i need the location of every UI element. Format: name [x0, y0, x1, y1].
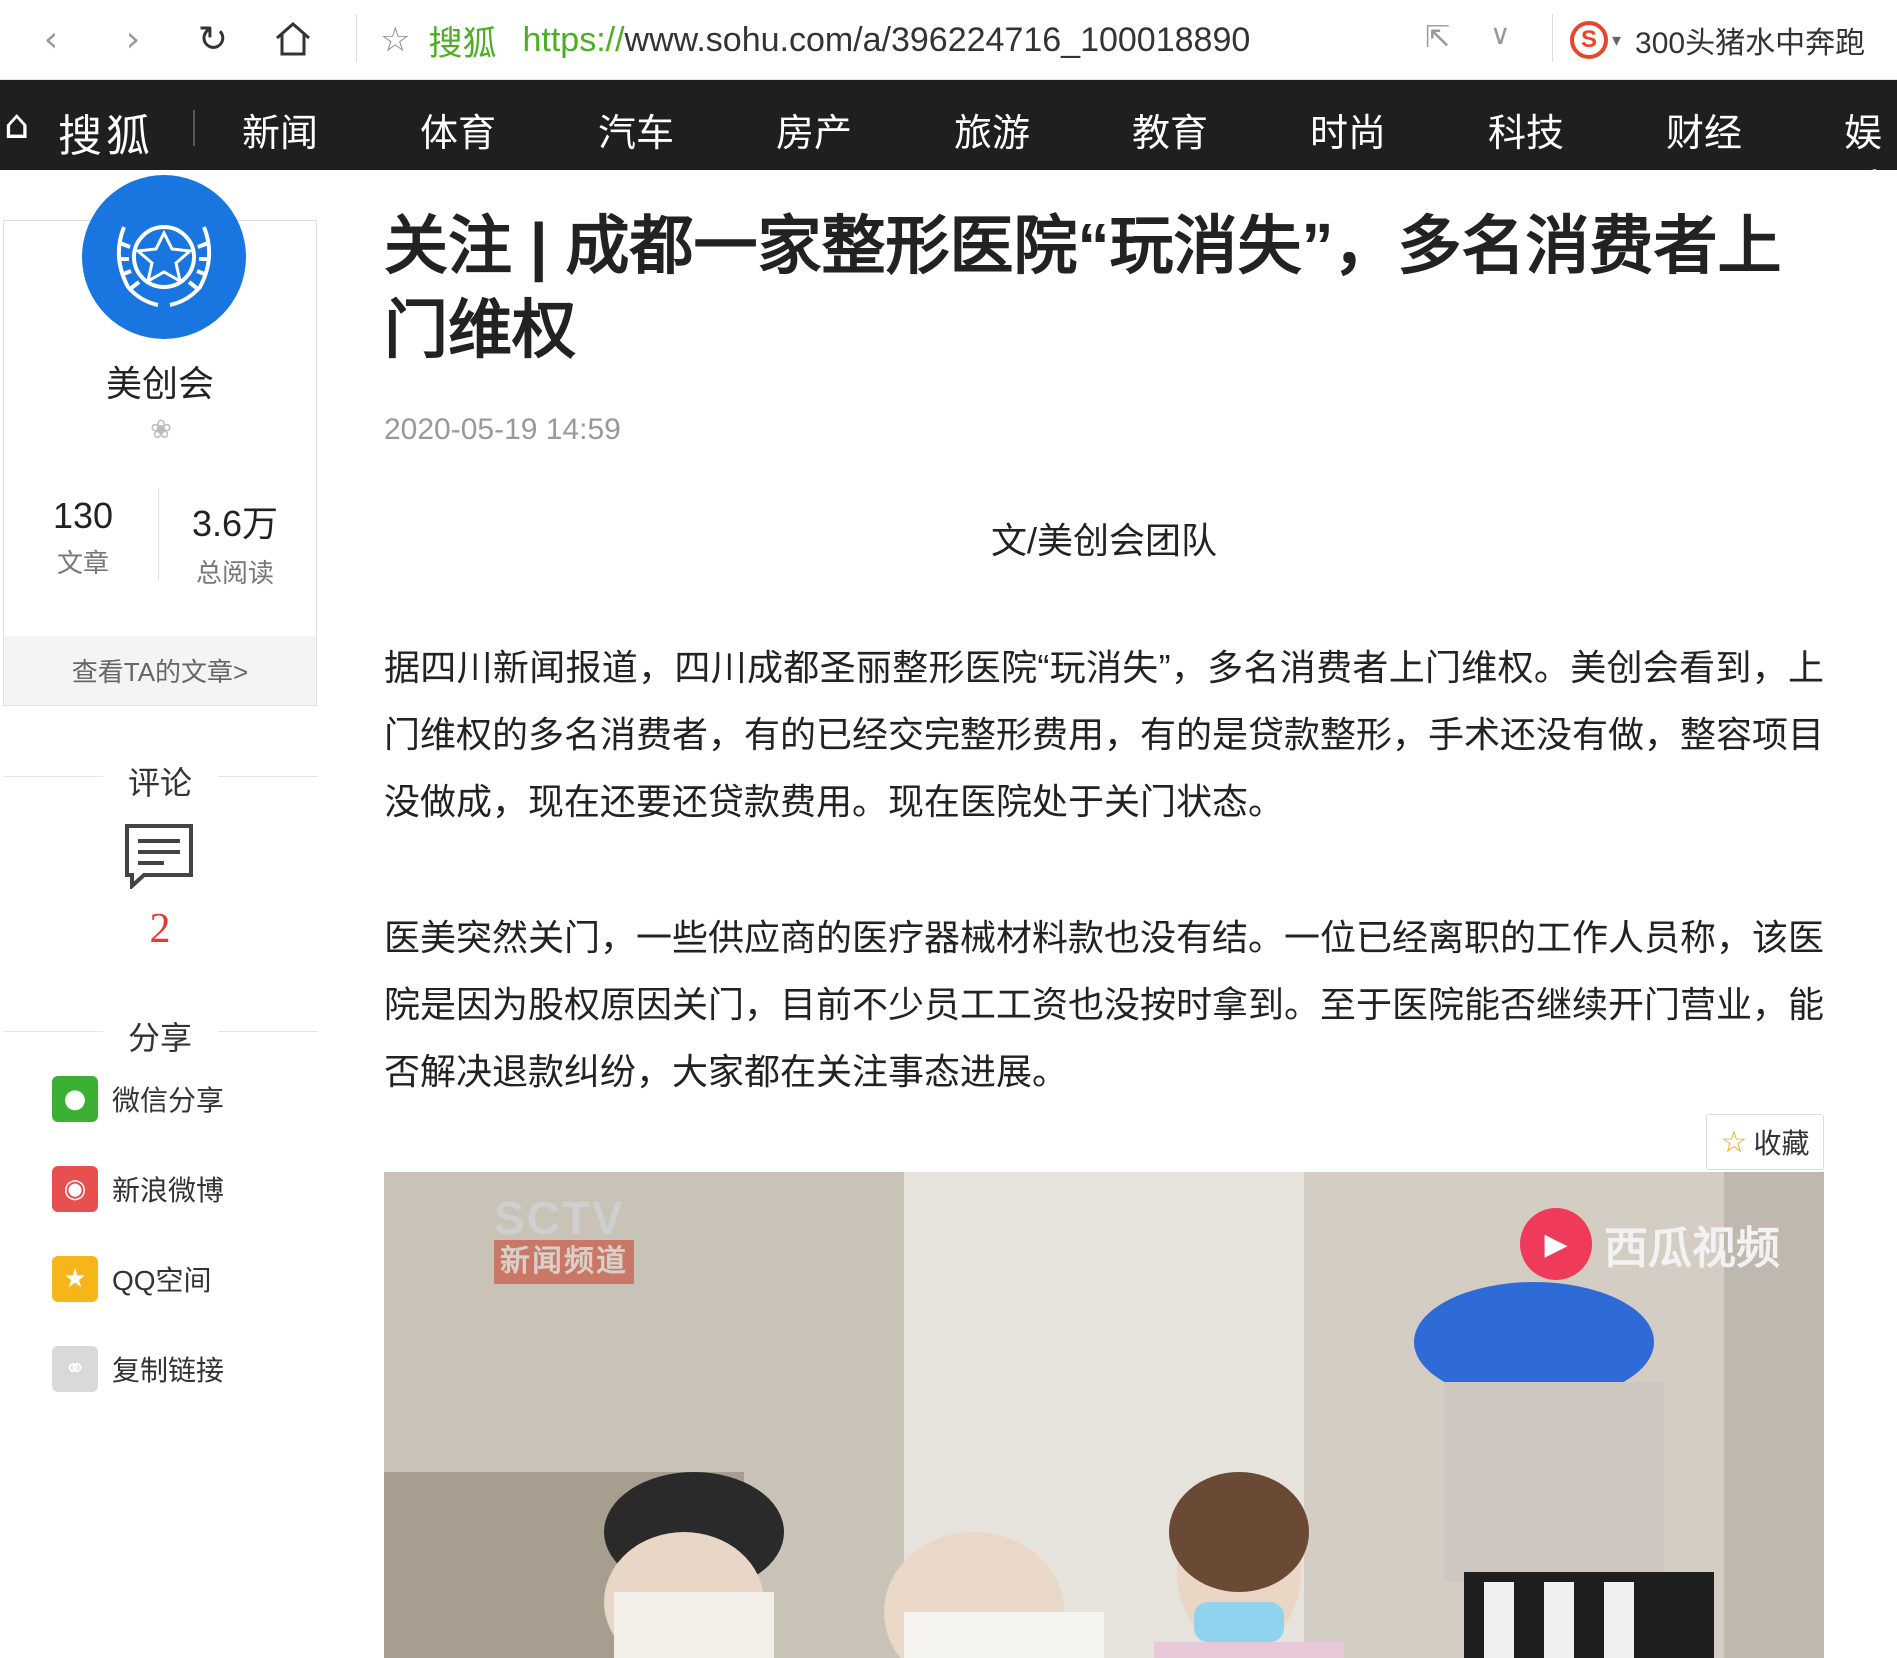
nav-item-entertainment[interactable]: 娱乐: [1844, 102, 1897, 212]
reads-count: 3.6万: [191, 503, 279, 544]
share-weibo[interactable]: ◉ 新浪微博: [52, 1166, 224, 1212]
article-time: 2020-05-19 14:59: [384, 413, 621, 446]
author-name[interactable]: 美创会: [3, 355, 317, 407]
share-qzone-label: QQ空间: [112, 1265, 212, 1296]
article-byline: 文/美创会团队: [990, 520, 1217, 561]
laurel-logo-icon: [116, 225, 212, 307]
nav-item-house[interactable]: 房产: [776, 102, 852, 157]
channel-nav: ⌂ 搜狐 新闻 体育 汽车 房产 旅游 教育 时尚 科技 财经 娱乐: [0, 80, 1897, 210]
share-weibo-label: 新浪微博: [112, 1175, 225, 1206]
forward-arrow-icon[interactable]: ›: [108, 14, 158, 64]
share-copy-link[interactable]: ⚭ 复制链接: [52, 1346, 224, 1392]
section-line: [3, 1031, 103, 1032]
site-name: 搜狐: [428, 24, 497, 63]
caret-down-icon[interactable]: ▾: [1612, 30, 1621, 51]
play-icon: ▶: [1520, 1208, 1592, 1280]
fox-badge-icon: ❀: [150, 415, 172, 445]
url-scheme: https://: [522, 20, 625, 59]
xigua-watermark: ▶ 西瓜视频: [1520, 1208, 1780, 1280]
url-text: www.sohu.com/a/396224716_100018890: [624, 20, 1251, 59]
section-line: [218, 1031, 318, 1032]
nav-item-news[interactable]: 新闻: [242, 102, 318, 157]
nav-item-education[interactable]: 教育: [1132, 102, 1208, 157]
articles-label: 文章: [56, 548, 109, 578]
link-icon: ⚭: [52, 1346, 98, 1392]
wechat-icon: ●: [52, 1076, 98, 1122]
view-articles-link[interactable]: 查看TA的文章>: [4, 636, 316, 705]
nav-item-sports[interactable]: 体育: [420, 102, 496, 157]
home-icon[interactable]: [268, 14, 318, 64]
sctv-logo-text: SCTV: [494, 1192, 625, 1244]
reads-stat: 3.6万 总阅读: [180, 495, 290, 590]
favorite-button[interactable]: ☆ 收藏: [1706, 1114, 1824, 1170]
nav-item-travel[interactable]: 旅游: [954, 102, 1030, 157]
back-arrow-icon[interactable]: ‹: [26, 14, 76, 64]
weibo-icon: ◉: [52, 1166, 98, 1212]
sctv-channel-text: 新闻频道: [494, 1240, 634, 1284]
chevron-down-icon[interactable]: ∨: [1490, 18, 1511, 51]
share-wechat-label: 微信分享: [112, 1085, 225, 1116]
section-line: [218, 776, 318, 777]
address-bar[interactable]: ☆ 搜狐 https:// www.sohu.com/a/396224716_1…: [380, 18, 1251, 63]
article-paragraph: 据四川新闻报道，四川成都圣丽整形医院“玩消失”，多名消费者上门维权。美创会看到，…: [384, 647, 1825, 822]
nav-item-auto[interactable]: 汽车: [598, 102, 674, 157]
article-paragraph: 医美突然关门，一些供应商的医疗器械材料款也没有结。一位已经离职的工作人员称，该医…: [384, 917, 1825, 1092]
comment-icon[interactable]: [124, 823, 194, 889]
search-text[interactable]: 300头猪水中奔跑: [1635, 18, 1865, 62]
share-icon[interactable]: ⇱: [1425, 20, 1450, 55]
share-title: 分享: [128, 1020, 193, 1056]
qzone-icon: ★: [52, 1256, 98, 1302]
favorite-label: 收藏: [1753, 1128, 1810, 1159]
stat-divider: [158, 488, 159, 580]
share-qzone[interactable]: ★ QQ空间: [52, 1256, 212, 1302]
star-icon[interactable]: ☆: [380, 20, 410, 60]
reads-label: 总阅读: [195, 558, 274, 588]
reload-icon[interactable]: ↻: [188, 14, 238, 64]
comments-title: 评论: [128, 765, 193, 801]
articles-count: 130: [52, 495, 114, 536]
home-icon[interactable]: ⌂: [4, 102, 29, 148]
toolbar-divider: [356, 14, 357, 62]
sctv-watermark: SCTV 新闻频道: [494, 1195, 634, 1284]
comment-count[interactable]: 2: [130, 905, 190, 953]
share-wechat[interactable]: ● 微信分享: [52, 1076, 224, 1122]
sogou-logo-icon[interactable]: S: [1570, 21, 1608, 59]
articles-stat: 130 文章: [43, 495, 123, 580]
nav-item-fashion[interactable]: 时尚: [1310, 102, 1386, 157]
toolbar-divider: [1552, 14, 1553, 62]
article-video-still[interactable]: SCTV 新闻频道 ▶ 西瓜视频: [384, 1172, 1824, 1658]
nav-item-finance[interactable]: 财经: [1666, 102, 1742, 157]
browser-toolbar: ‹ › ↻ ☆ 搜狐 https:// www.sohu.com/a/39622…: [0, 0, 1897, 80]
sohu-logo[interactable]: 搜狐: [58, 100, 154, 164]
article-title: 关注 | 成都一家整形医院“玩消失”，多名消费者上门维权: [384, 210, 1782, 366]
star-icon: ☆: [1720, 1124, 1748, 1160]
section-line: [3, 776, 103, 777]
share-copy-link-label: 复制链接: [112, 1355, 225, 1386]
nav-divider: [193, 110, 195, 146]
xigua-label: 西瓜视频: [1604, 1224, 1780, 1273]
avatar[interactable]: [82, 175, 246, 339]
nav-item-tech[interactable]: 科技: [1488, 102, 1564, 157]
search-box[interactable]: S ▾ 300头猪水中奔跑: [1570, 18, 1865, 62]
